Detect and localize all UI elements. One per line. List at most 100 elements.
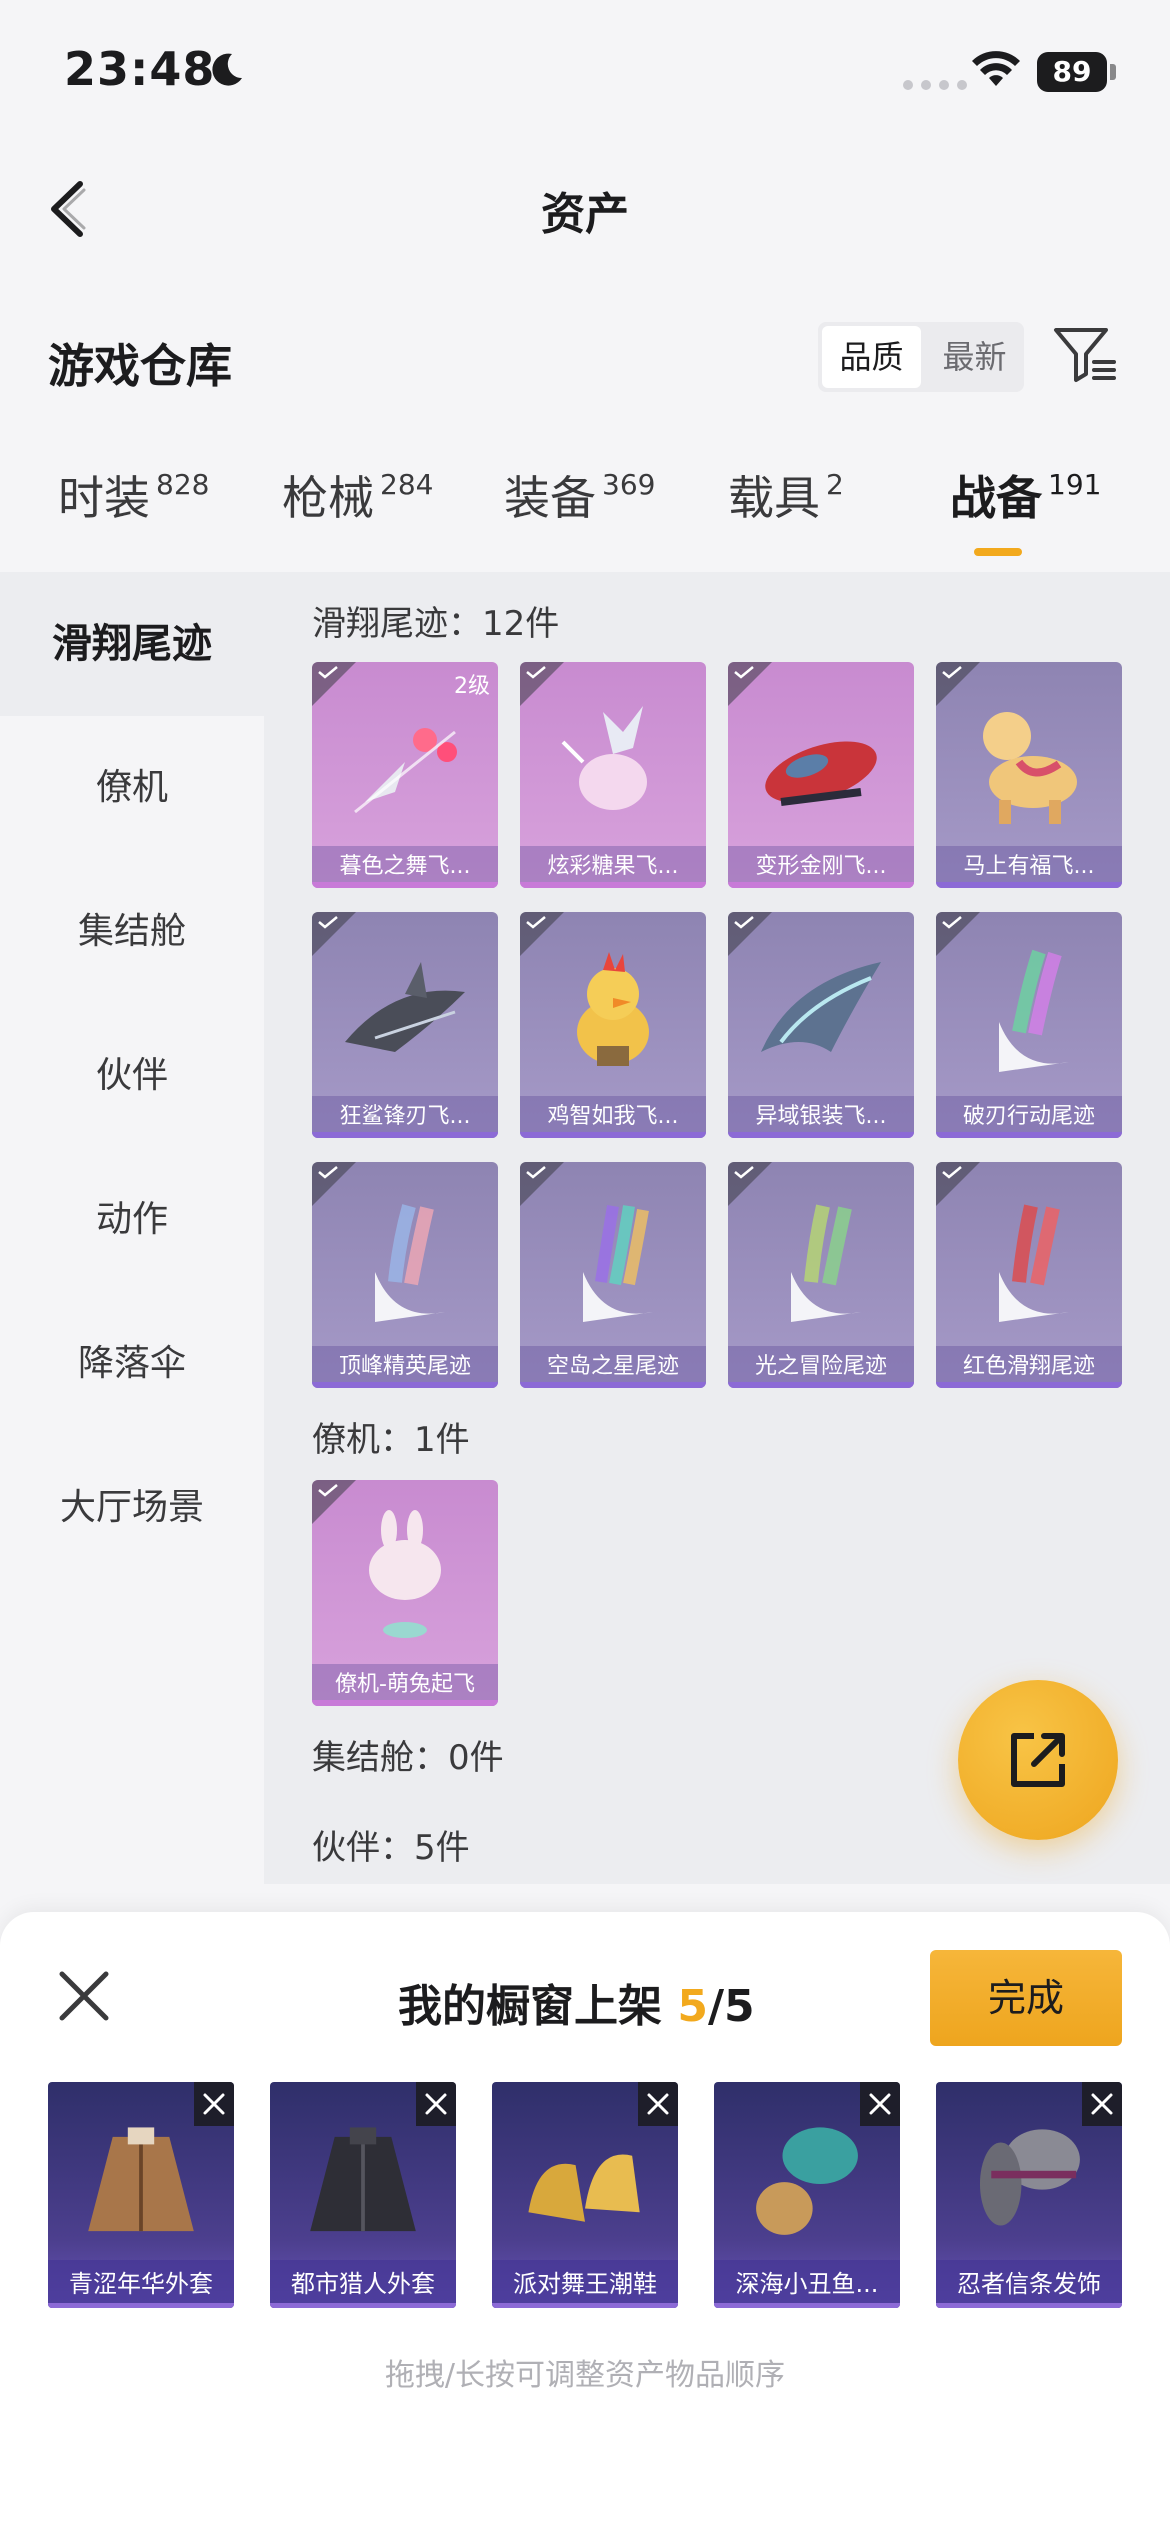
wifi-icon [972,51,1020,86]
check-icon [734,666,754,679]
cellular-signal-icon [903,80,967,90]
close-icon[interactable] [56,1968,112,2024]
close-icon [647,2093,669,2115]
item-card[interactable]: 变形金刚飞... [728,662,914,888]
tab-equipment[interactable]: 装备 369 [504,462,655,528]
close-icon [425,2093,447,2115]
group-label-assembly-pod: 集结舱：0件 [312,1738,504,1778]
jet-art [765,741,877,806]
item-card[interactable]: 异域银装飞... [728,912,914,1138]
showcase-item[interactable]: 深海小丑鱼... [714,2082,900,2308]
chicken-art [577,952,649,1066]
share-icon [1011,1733,1065,1787]
sidebar: 滑翔尾迹 僚机 集结舱 伙伴 动作 降落伞 大厅场景 [0,572,264,1884]
item-card[interactable]: 2级 暮色之舞飞... [312,662,498,888]
showcase-item[interactable]: 都市猎人外套 [270,2082,456,2308]
remove-item-button[interactable] [416,2082,456,2126]
sidebar-item-glide-trail[interactable]: 滑翔尾迹 [0,572,264,716]
check-icon [734,916,754,929]
share-button[interactable] [958,1680,1118,1840]
rarity-bar [728,882,914,888]
filter-icon[interactable] [1052,322,1118,388]
check-icon [526,1166,546,1179]
close-icon [203,2093,225,2115]
item-card[interactable]: 马上有福飞... [936,662,1122,888]
tab-tactical[interactable]: 战备 191 [950,462,1101,528]
remove-item-button[interactable] [1082,2082,1122,2126]
item-card[interactable]: 光之冒险尾迹 [728,1162,914,1388]
check-icon [318,1166,338,1179]
rarity-bar [728,1382,914,1388]
trail-sparks-art [354,728,457,814]
bunny-art [369,1510,441,1638]
page-title: 资产 [541,189,629,240]
check-icon [526,916,546,929]
remove-item-button[interactable] [638,2082,678,2126]
rarity-bar [936,2303,1122,2308]
rarity-bar [520,1382,706,1388]
battery-icon: 89 [1037,52,1107,92]
rarity-bar [492,2303,678,2308]
rarity-bar [312,882,498,888]
check-icon [942,916,962,929]
check-icon [942,1166,962,1179]
close-icon [1091,2093,1113,2115]
item-card[interactable]: 破刃行动尾迹 [936,912,1122,1138]
sheet-title: 我的橱窗上架 5/5 [398,1981,755,2032]
sidebar-item-emote[interactable]: 动作 [0,1148,264,1292]
item-card[interactable]: 鸡智如我飞... [520,912,706,1138]
tab-vehicles[interactable]: 载具 2 [728,462,844,528]
reorder-hint: 拖拽/长按可调整资产物品顺序 [384,2358,786,2393]
item-card[interactable]: 红色滑翔尾迹 [936,1162,1122,1388]
showcase-count-current: 5 [677,1981,708,2032]
rarity-bar [520,882,706,888]
showcase-item[interactable]: 忍者信条发饰 [936,2082,1122,2308]
item-card[interactable]: 顶峰精英尾迹 [312,1162,498,1388]
check-icon [942,666,962,679]
showcase-item-name: 青涩年华外套 [48,2260,234,2308]
sort-option-quality[interactable]: 品质 [822,326,921,388]
remove-item-button[interactable] [194,2082,234,2126]
sidebar-item-assembly-pod[interactable]: 集结舱 [0,860,264,1004]
item-card[interactable]: 炫彩糖果飞... [520,662,706,888]
smoke-pastel-art [375,1204,445,1322]
shark-art [345,962,465,1052]
showcase-item[interactable]: 青涩年华外套 [48,2082,234,2308]
section-title: 游戏仓库 [48,339,232,393]
sidebar-item-companion[interactable]: 伙伴 [0,1004,264,1148]
item-card[interactable]: 狂鲨锋刃飞... [312,912,498,1138]
item-card[interactable]: 空岛之星尾迹 [520,1162,706,1388]
smoke-multi-art [583,1205,653,1322]
smoke-green-art [791,1204,861,1322]
showcase-item-name: 忍者信条发饰 [936,2260,1122,2308]
check-icon [526,666,546,679]
rarity-bar [312,1382,498,1388]
sort-option-latest[interactable]: 最新 [925,322,1024,392]
sidebar-item-lobby-scene[interactable]: 大厅场景 [0,1436,264,1580]
group-label-wingman: 僚机：1件 [312,1420,470,1460]
showcase-item[interactable]: 派对舞王潮鞋 [492,2082,678,2308]
status-time: 23:48 [64,42,216,96]
sort-toggle[interactable]: 品质 最新 [818,322,1024,392]
remove-item-button[interactable] [860,2082,900,2126]
rarity-bar [312,1132,498,1138]
wing-art [761,962,881,1052]
sidebar-item-parachute[interactable]: 降落伞 [0,1292,264,1436]
status-bar: 23:48 89 [0,0,1170,150]
smoke-red-art [999,1204,1069,1322]
active-tab-indicator [974,548,1022,556]
coat-tan-art [88,2127,194,2232]
hair-gray-art [979,2129,1080,2226]
moon-icon [212,53,242,86]
rarity-bar [520,1132,706,1138]
tab-guns[interactable]: 枪械 284 [282,462,433,528]
rarity-bar [312,1700,498,1706]
sidebar-item-wingman[interactable]: 僚机 [0,716,264,860]
showcase-item-name: 深海小丑鱼... [714,2260,900,2308]
done-button[interactable]: 完成 [930,1950,1122,2046]
tab-fashion[interactable]: 时装 828 [58,462,209,528]
showcase-item-name: 派对舞王潮鞋 [492,2260,678,2308]
rarity-bar [936,1132,1122,1138]
close-icon [869,2093,891,2115]
wingman-card[interactable]: 僚机-萌兔起飞 [312,1480,498,1706]
